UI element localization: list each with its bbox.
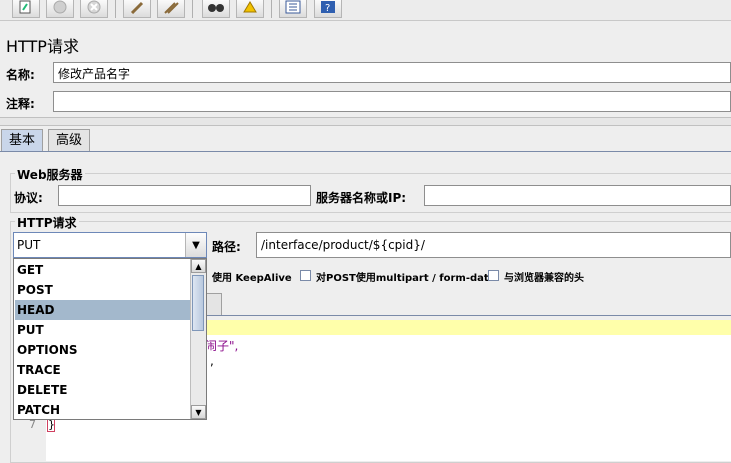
method-option-patch[interactable]: PATCH [15, 400, 193, 420]
multipart-checkbox[interactable] [300, 270, 311, 281]
method-option-trace[interactable]: TRACE [15, 360, 193, 380]
clear-icon [18, 0, 34, 17]
comment-field[interactable] [53, 91, 731, 112]
svg-text:?: ? [325, 3, 330, 14]
chevron-down-icon[interactable]: ▼ [185, 233, 206, 257]
keepalive-label: 使用 KeepAlive [212, 273, 292, 284]
stop-button[interactable] [46, 0, 74, 18]
binoculars-icon [207, 0, 225, 17]
method-option-get[interactable]: GET [15, 260, 193, 280]
method-option-head[interactable]: HEAD [15, 300, 193, 320]
method-option-delete[interactable]: DELETE [15, 380, 193, 400]
method-option-options[interactable]: OPTIONS [15, 340, 193, 360]
server-label: 服务器名称或IP: [316, 191, 407, 205]
method-selected: PUT [17, 238, 41, 252]
clear-results-button[interactable] [123, 0, 151, 18]
web-server-title: Web服务器 [15, 166, 85, 183]
clear-button[interactable] [12, 0, 40, 18]
path-field[interactable]: /interface/product/${cpid}/ [256, 232, 731, 258]
comment-label: 注释: [6, 97, 35, 111]
tab-divider [207, 315, 731, 316]
name-label: 名称: [6, 68, 35, 82]
broom-all-icon [163, 0, 179, 17]
browser-headers-label: 与浏览器兼容的头 [504, 273, 584, 284]
page-title: HTTP请求 [6, 37, 79, 56]
method-select[interactable]: PUT ▼ [13, 232, 207, 258]
multipart-label: 对POST使用multipart / form-data [316, 273, 496, 284]
search-button[interactable] [202, 0, 230, 18]
tab-basic[interactable]: 基本 [1, 129, 44, 151]
http-request-title: HTTP请求 [15, 214, 79, 231]
panel-splitter[interactable] [0, 117, 731, 126]
server-field[interactable] [424, 185, 731, 206]
shutdown-button[interactable] [80, 0, 108, 18]
dropdown-scrollbar[interactable]: ▲ ▼ [190, 259, 206, 419]
body-tab-edge[interactable] [207, 293, 222, 316]
scroll-down-icon[interactable]: ▼ [191, 405, 206, 419]
toolbar: ? [0, 0, 731, 21]
method-dropdown-list[interactable]: GET POST HEAD PUT OPTIONS TRACE DELETE P… [13, 258, 207, 420]
stop-icon [52, 0, 68, 17]
code-brace: } [47, 418, 55, 432]
help-icon: ? [320, 0, 336, 17]
method-option-put[interactable]: PUT [15, 320, 193, 340]
shutdown-icon [86, 0, 102, 17]
tab-bar: 基本 高级 [0, 129, 731, 152]
path-label: 路径: [212, 240, 241, 254]
reset-search-icon [242, 0, 258, 17]
tab-advanced[interactable]: 高级 [48, 129, 91, 151]
method-option-post[interactable]: POST [15, 280, 193, 300]
scroll-thumb[interactable] [192, 275, 204, 331]
function-helper-button[interactable] [279, 0, 307, 18]
help-button[interactable]: ? [314, 0, 342, 18]
broom-icon [129, 0, 145, 17]
protocol-field[interactable] [58, 185, 311, 206]
reset-search-button[interactable] [236, 0, 264, 18]
function-helper-icon [285, 0, 301, 17]
scroll-up-icon[interactable]: ▲ [191, 259, 206, 273]
name-field[interactable]: 修改产品名字 [53, 62, 731, 83]
protocol-label: 协议: [14, 191, 43, 205]
code-line-2: , [210, 354, 214, 368]
browser-headers-checkbox[interactable] [488, 270, 499, 281]
clear-all-button[interactable] [157, 0, 185, 18]
code-line-1: 闹子", [205, 339, 239, 353]
